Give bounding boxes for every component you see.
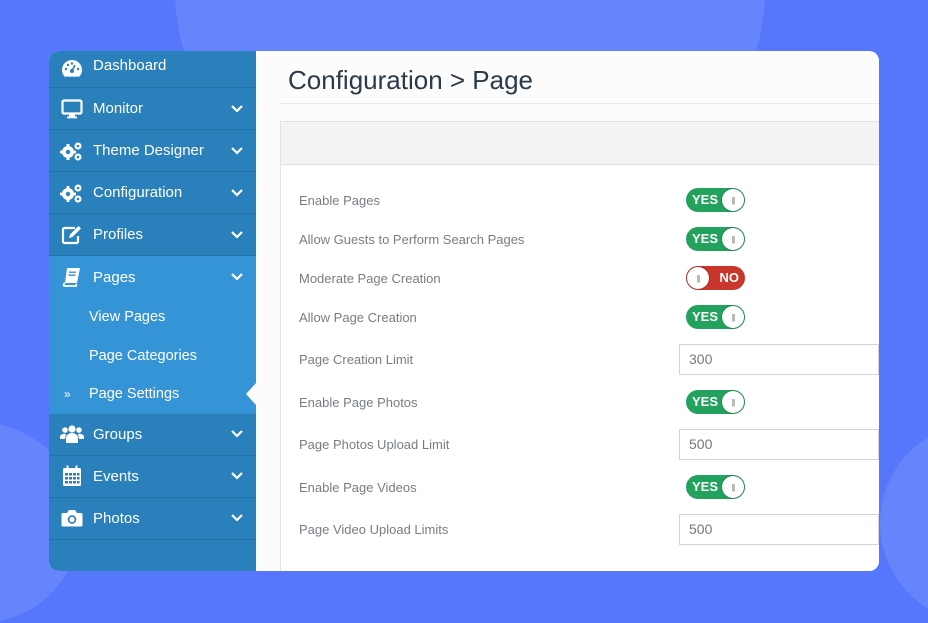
- setting-label: Enable Pages: [299, 192, 380, 208]
- setting-label: Page Video Upload Limits: [299, 521, 449, 537]
- setting-row: Allow Guests to Perform Search Pages YES…: [299, 224, 879, 254]
- toggle-knob: |||: [722, 476, 744, 498]
- admin-panel: Dashboard Monitor Theme Designer Configu…: [49, 51, 879, 571]
- toggle-state: YES: [692, 309, 719, 324]
- double-chevron-right-icon: »: [64, 387, 71, 402]
- sidebar: Dashboard Monitor Theme Designer Configu…: [49, 51, 256, 571]
- submenu-label: Page Settings: [89, 386, 180, 403]
- chevron-down-icon: [231, 104, 243, 113]
- sidebar-item-label: Groups: [93, 425, 143, 443]
- chevron-down-icon: [231, 514, 243, 522]
- sidebar-item-label: Pages: [93, 268, 136, 286]
- setting-row: Page Video Upload Limits: [299, 513, 879, 545]
- users-icon: [60, 423, 84, 445]
- submenu-label: View Pages: [89, 309, 166, 326]
- allow-page-creation-toggle[interactable]: YES |||: [686, 305, 745, 329]
- page-title: Configuration > Page: [288, 65, 534, 95]
- submenu-label: Page Categories: [89, 347, 198, 364]
- toggle-knob: |||: [722, 189, 744, 211]
- camera-icon: [60, 507, 84, 529]
- setting-label: Moderate Page Creation: [299, 270, 441, 286]
- setting-row: Enable Page Videos YES |||: [299, 472, 879, 502]
- setting-label: Enable Page Videos: [299, 479, 417, 495]
- sidebar-item-label: Photos: [93, 509, 140, 527]
- sidebar-item-profiles[interactable]: Profiles: [49, 214, 256, 256]
- setting-label: Page Photos Upload Limit: [299, 436, 450, 452]
- sidebar-item-groups[interactable]: Groups: [49, 414, 256, 456]
- sidebar-item-photos[interactable]: Photos: [49, 498, 256, 540]
- setting-row: Enable Page Photos YES |||: [299, 387, 879, 417]
- sidebar-item-dashboard[interactable]: Dashboard: [49, 51, 256, 88]
- setting-label: Page Creation Limit: [299, 351, 414, 367]
- settings-card: Enable Pages YES ||| Allow Guests to Per…: [280, 121, 879, 571]
- setting-row: Allow Page Creation YES |||: [299, 302, 879, 332]
- enable-page-videos-toggle[interactable]: YES |||: [686, 475, 745, 499]
- toggle-knob: |||: [722, 306, 744, 328]
- sidebar-item-label: Theme Designer: [93, 142, 204, 159]
- monitor-icon: [60, 98, 84, 120]
- toggle-knob: |||: [687, 267, 709, 289]
- sidebar-item-label: Profiles: [93, 226, 144, 243]
- divider: [280, 103, 879, 104]
- sidebar-item-label: Configuration: [93, 184, 183, 201]
- cogs-icon: [60, 182, 84, 204]
- setting-row: Enable Pages YES |||: [299, 185, 879, 215]
- moderate-page-creation-toggle[interactable]: ||| NO: [686, 266, 745, 290]
- chevron-down-icon: [231, 472, 243, 480]
- allow-guests-search-toggle[interactable]: YES |||: [686, 227, 745, 251]
- page-photos-upload-limit-input[interactable]: [679, 428, 879, 460]
- sidebar-item-label: Dashboard: [93, 57, 167, 74]
- background-shape: [880, 423, 928, 623]
- sidebar-item-theme-designer[interactable]: Theme Designer: [49, 130, 256, 172]
- chevron-down-icon: [231, 273, 243, 281]
- enable-pages-toggle[interactable]: YES |||: [686, 188, 745, 212]
- sidebar-item-monitor[interactable]: Monitor: [49, 88, 256, 130]
- enable-page-photos-toggle[interactable]: YES |||: [686, 390, 745, 414]
- page-video-upload-limits-input[interactable]: [679, 513, 879, 545]
- toggle-knob: |||: [722, 391, 744, 413]
- toggle-state: YES: [692, 192, 719, 207]
- chevron-down-icon: [231, 146, 243, 155]
- sidebar-item-pages[interactable]: Pages: [49, 256, 256, 298]
- setting-row: Page Photos Upload Limit: [299, 428, 879, 460]
- sidebar-item-events[interactable]: Events: [49, 456, 256, 498]
- toggle-state: YES: [692, 231, 719, 246]
- toggle-state: YES: [692, 479, 719, 494]
- sidebar-item-label: Events: [93, 467, 139, 485]
- submenu-page-categories[interactable]: Page Categories: [49, 336, 256, 375]
- chevron-down-icon: [231, 230, 243, 239]
- calendar-icon: [60, 465, 84, 487]
- submenu-view-pages[interactable]: View Pages: [49, 298, 256, 337]
- page-creation-limit-input[interactable]: [679, 343, 879, 375]
- setting-label: Allow Guests to Perform Search Pages: [299, 231, 525, 247]
- toggle-state: YES: [692, 394, 719, 409]
- card-header: [281, 122, 879, 165]
- sidebar-item-label: Monitor: [93, 100, 144, 117]
- toggle-state: NO: [719, 270, 740, 285]
- sidebar-item-configuration[interactable]: Configuration: [49, 172, 256, 214]
- chevron-down-icon: [231, 430, 243, 438]
- setting-row: Moderate Page Creation ||| NO: [299, 263, 879, 293]
- book-icon: [60, 266, 84, 288]
- setting-row: Page Creation Limit: [299, 343, 879, 375]
- edit-icon: [60, 224, 84, 246]
- submenu-page-settings[interactable]: » Page Settings: [49, 375, 256, 414]
- setting-label: Enable Page Photos: [299, 394, 418, 410]
- toggle-knob: |||: [722, 228, 744, 250]
- dashboard-icon: [60, 57, 84, 79]
- cogs-icon: [60, 140, 84, 162]
- setting-label: Allow Page Creation: [299, 309, 417, 325]
- chevron-down-icon: [231, 188, 243, 197]
- main-content: Configuration > Page Enable Pages YES ||…: [256, 51, 879, 571]
